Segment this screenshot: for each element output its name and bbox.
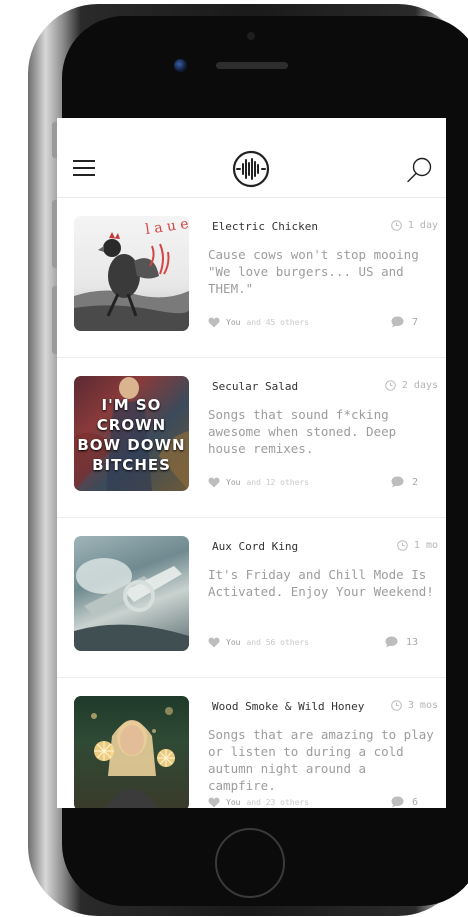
- comment-count-label: 6: [411, 796, 418, 808]
- playlist-title[interactable]: Wood Smoke & Wild Honey: [212, 700, 364, 713]
- comment-count[interactable]: 7: [391, 316, 418, 328]
- soundwave-logo-icon[interactable]: [232, 150, 270, 188]
- comment-count-label: 7: [411, 316, 418, 328]
- comment-count[interactable]: 2: [391, 476, 418, 488]
- rooster-collage-image[interactable]: l a u e: [74, 216, 189, 331]
- crown-poster-image[interactable]: I'M SO CROWN BOW DOWN BITCHES: [74, 376, 189, 491]
- playlist-card[interactable]: Wood Smoke & Wild Honey 3 mos Songs that…: [57, 678, 446, 808]
- time-label: 2 days: [401, 380, 438, 391]
- playlist-description: It's Friday and Chill Mode Is Activated.…: [208, 567, 434, 599]
- heart-icon[interactable]: [208, 797, 220, 808]
- playlist-card[interactable]: Aux Cord King 1 mo It's Friday and Chill…: [57, 518, 446, 678]
- time-label: 3 mos: [407, 700, 438, 711]
- playlist-title[interactable]: Secular Salad: [212, 380, 298, 393]
- app-header: [57, 118, 446, 198]
- clock-icon: [397, 540, 408, 551]
- comment-bubble-icon[interactable]: [385, 636, 398, 648]
- timestamp: 1 mo: [397, 540, 438, 551]
- playlist-description: Songs that sound f*cking awesome when st…: [208, 407, 397, 456]
- poster-text-line: I'M SO: [101, 396, 162, 414]
- heart-icon[interactable]: [208, 477, 220, 488]
- search-icon[interactable]: [405, 156, 433, 184]
- comment-bubble-icon[interactable]: [391, 796, 404, 808]
- poster-text-line: BITCHES: [92, 456, 171, 474]
- proximity-sensor: [247, 32, 255, 40]
- sparkler-girl-image[interactable]: [74, 696, 189, 808]
- likes-others-label: and 56 others: [246, 638, 310, 647]
- time-label: 1 day: [407, 220, 438, 231]
- poster-text-line: BOW DOWN: [77, 436, 186, 454]
- comment-bubble-icon[interactable]: [391, 476, 404, 488]
- app-screen: l a u e Electric Chicken 1 day Cause cow…: [57, 118, 446, 808]
- time-label: 1 mo: [413, 540, 438, 551]
- comment-count[interactable]: 6: [391, 796, 418, 808]
- heart-icon[interactable]: [208, 637, 220, 648]
- playlist-feed: l a u e Electric Chicken 1 day Cause cow…: [57, 198, 446, 808]
- front-camera: [174, 59, 187, 72]
- likes-you-label: You: [226, 478, 241, 487]
- like-count[interactable]: You and 45 others: [208, 317, 309, 328]
- clock-icon: [391, 700, 402, 711]
- likes-you-label: You: [226, 638, 241, 647]
- comment-count-label: 13: [405, 636, 418, 648]
- playlist-card[interactable]: I'M SO CROWN BOW DOWN BITCHES Secular Sa…: [57, 358, 446, 518]
- playlist-card[interactable]: l a u e Electric Chicken 1 day Cause cow…: [57, 198, 446, 358]
- playlist-description: Songs that are amazing to play or listen…: [208, 727, 434, 793]
- playlist-title[interactable]: Electric Chicken: [212, 220, 318, 233]
- playlist-title[interactable]: Aux Cord King: [212, 540, 298, 553]
- timestamp: 3 mos: [391, 700, 438, 711]
- clock-icon: [385, 380, 396, 391]
- comment-bubble-icon[interactable]: [391, 316, 404, 328]
- likes-you-label: You: [226, 798, 241, 807]
- svg-text:l a u e: l a u e: [144, 216, 189, 238]
- comment-count-label: 2: [411, 476, 418, 488]
- hamburger-menu-icon[interactable]: [73, 160, 95, 178]
- like-count[interactable]: You and 12 others: [208, 477, 309, 488]
- timestamp: 1 day: [391, 220, 438, 231]
- home-button[interactable]: [215, 828, 285, 898]
- like-count[interactable]: You and 23 others: [208, 797, 309, 808]
- likes-others-label: and 23 others: [246, 798, 310, 807]
- heart-icon[interactable]: [208, 317, 220, 328]
- earpiece-speaker: [216, 62, 288, 69]
- likes-others-label: and 45 others: [246, 318, 310, 327]
- playlist-description: Cause cows won't stop mooing "We love bu…: [208, 247, 419, 296]
- timestamp: 2 days: [385, 380, 438, 391]
- clock-icon: [391, 220, 402, 231]
- comment-count[interactable]: 13: [385, 636, 418, 648]
- likes-you-label: You: [226, 318, 241, 327]
- poster-text-line: CROWN: [96, 416, 167, 434]
- like-count[interactable]: You and 56 others: [208, 637, 309, 648]
- likes-others-label: and 12 others: [246, 478, 310, 487]
- car-interior-image[interactable]: [74, 536, 189, 651]
